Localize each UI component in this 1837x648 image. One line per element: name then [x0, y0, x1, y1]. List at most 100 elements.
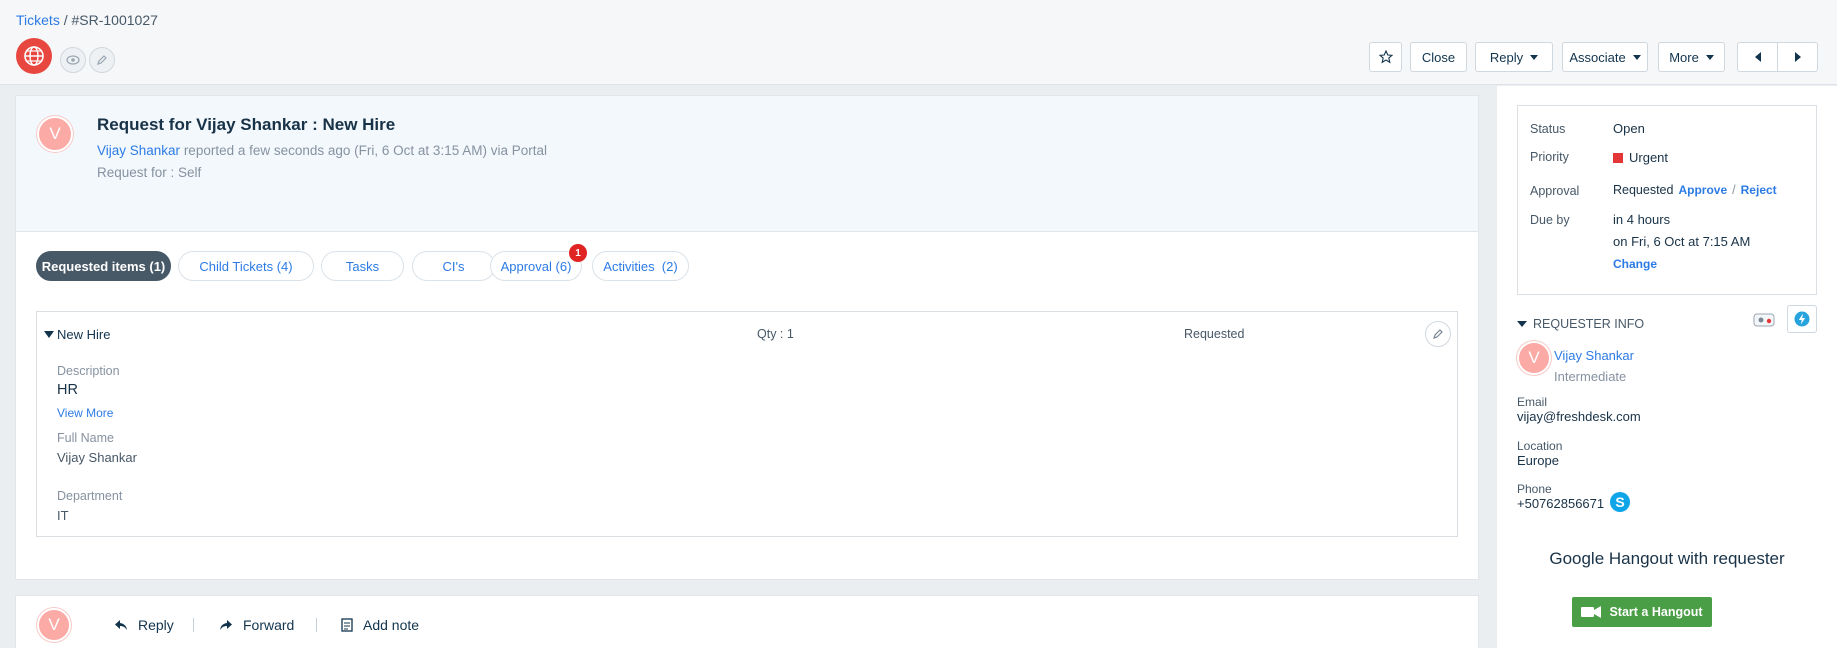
video-camera-icon: [1581, 606, 1602, 618]
requester-info-avatar: V: [1517, 341, 1551, 375]
note-icon: [341, 618, 353, 632]
pencil-icon[interactable]: [89, 47, 115, 73]
breadcrumb: Tickets / #SR-1001027: [16, 12, 158, 28]
sidebar: Status Open Priority Urgent Approval Req…: [1497, 86, 1837, 648]
approve-link[interactable]: Approve: [1678, 183, 1727, 197]
start-hangout-label: Start a Hangout: [1609, 605, 1703, 619]
reply-button-label: Reply: [1489, 49, 1524, 65]
requester-info-toggle[interactable]: REQUESTER INFO: [1517, 317, 1644, 331]
reply-label: Reply: [138, 617, 174, 633]
priority-label: Priority: [1530, 150, 1569, 164]
hangout-title: Google Hangout with requester: [1549, 549, 1785, 568]
chevron-down-icon: [1530, 54, 1539, 60]
reply-icon: [115, 620, 127, 630]
star-icon: [1378, 50, 1393, 64]
view-more-link[interactable]: View More: [57, 406, 113, 420]
location-value: Europe: [1517, 453, 1559, 468]
pencil-icon: [1433, 329, 1443, 339]
start-hangout-button[interactable]: Start a Hangout: [1572, 597, 1712, 627]
change-due-link[interactable]: Change: [1613, 257, 1657, 271]
requester-info-header: REQUESTER INFO: [1533, 317, 1645, 331]
location-label: Location: [1517, 439, 1563, 453]
tab-activities[interactable]: Activities (2): [592, 251, 689, 281]
next-ticket-button[interactable]: [1777, 42, 1818, 72]
requester-link[interactable]: Vijay Shankar: [97, 143, 180, 158]
svg-text:S: S: [1615, 494, 1624, 510]
email-value: vijay@freshdesk.com: [1517, 409, 1641, 424]
priority-color-swatch: [1613, 152, 1623, 163]
associate-button-label: Associate: [1569, 49, 1626, 65]
approval-value: Requested Approve / Reject: [1613, 183, 1777, 197]
associate-button[interactable]: Associate: [1562, 42, 1648, 72]
top-bar: Tickets / #SR-1001027 Close Reply Associ…: [0, 0, 1837, 85]
requester-name-link[interactable]: Vijay Shankar: [1554, 348, 1634, 363]
agent-avatar: V: [37, 608, 71, 642]
due-absolute: on Fri, 6 Oct at 7:15 AM: [1613, 234, 1751, 249]
ticket-properties: Status Open Priority Urgent Approval Req…: [1517, 105, 1817, 295]
edit-item-button[interactable]: [1425, 321, 1451, 347]
chevron-left-icon: [1754, 52, 1761, 62]
reply-button[interactable]: Reply: [1475, 42, 1553, 72]
star-button[interactable]: [1369, 42, 1402, 72]
divider: [316, 618, 317, 632]
reject-link[interactable]: Reject: [1741, 183, 1777, 197]
item-status: Requested: [1184, 327, 1245, 341]
due-relative: in 4 hours: [1613, 212, 1671, 227]
approval-status: Requested: [1613, 183, 1674, 197]
tab-cis[interactable]: CI's: [412, 251, 495, 281]
more-button[interactable]: More: [1658, 42, 1725, 72]
freshdesk-button[interactable]: [1787, 305, 1817, 333]
description-label: Description: [57, 364, 120, 378]
add-note-action[interactable]: Add note: [341, 617, 419, 633]
divider: [193, 618, 194, 632]
breadcrumb-ticket-id: #SR-1001027: [71, 12, 158, 28]
approval-label: Approval: [1530, 184, 1580, 198]
tab-approval[interactable]: Approval (6): [490, 251, 582, 281]
tab-child-tickets[interactable]: Child Tickets (4): [178, 251, 314, 281]
requester-level: Intermediate: [1554, 369, 1627, 384]
previous-ticket-button[interactable]: [1737, 42, 1778, 72]
request-for: Request for : Self: [97, 165, 202, 180]
email-label: Email: [1517, 395, 1548, 409]
phone-value: +50762856671: [1517, 496, 1605, 511]
status-label: Status: [1530, 122, 1566, 136]
tab-requested-items[interactable]: Requested items (1): [36, 251, 171, 281]
department-label: Department: [57, 489, 123, 503]
skype-icon[interactable]: S: [1609, 491, 1631, 513]
caret-down-icon: [44, 330, 54, 338]
description-value: HR: [57, 382, 78, 398]
add-note-label: Add note: [363, 617, 420, 633]
reply-action[interactable]: Reply: [114, 617, 174, 633]
forward-icon: [220, 620, 232, 630]
breadcrumb-tickets-link[interactable]: Tickets: [16, 12, 60, 28]
approval-separator: /: [1732, 183, 1736, 197]
approval-count-badge: 1: [569, 244, 587, 262]
chevron-right-icon: [1794, 52, 1801, 62]
priority-value[interactable]: Urgent: [1613, 150, 1668, 165]
forward-action[interactable]: Forward: [219, 617, 294, 633]
more-button-label: More: [1669, 49, 1699, 65]
eye-icon[interactable]: [60, 47, 86, 73]
lightning-icon: [1794, 311, 1810, 327]
department-value: IT: [57, 508, 69, 523]
item-name: New Hire: [57, 327, 111, 342]
reply-bar: V Reply Forward Add note: [15, 595, 1479, 648]
full-name-label: Full Name: [57, 431, 114, 445]
ticket-title: Request for Vijay Shankar : New Hire: [97, 115, 396, 134]
close-button[interactable]: Close: [1410, 42, 1467, 72]
ticket-meta: Vijay Shankar reported a few seconds ago…: [97, 143, 547, 158]
status-value[interactable]: Open: [1613, 121, 1645, 136]
breadcrumb-separator: /: [59, 12, 72, 28]
requested-item-panel: New Hire Qty : 1 Requested Description H…: [36, 311, 1458, 537]
chevron-down-icon: [1705, 54, 1714, 60]
contact-card-icon[interactable]: [1753, 312, 1775, 328]
phone-label: Phone: [1517, 482, 1552, 496]
item-toggle[interactable]: New Hire: [44, 327, 110, 342]
tab-tasks[interactable]: Tasks: [321, 251, 404, 281]
chevron-down-icon: [1632, 54, 1641, 60]
ticket-card: V Request for Vijay Shankar : New Hire V…: [15, 95, 1479, 580]
globe-icon: [16, 38, 52, 74]
ticket-header: V Request for Vijay Shankar : New Hire V…: [16, 96, 1478, 232]
reported-text: reported a few seconds ago (Fri, 6 Oct a…: [180, 143, 547, 158]
item-qty: Qty : 1: [757, 327, 794, 341]
